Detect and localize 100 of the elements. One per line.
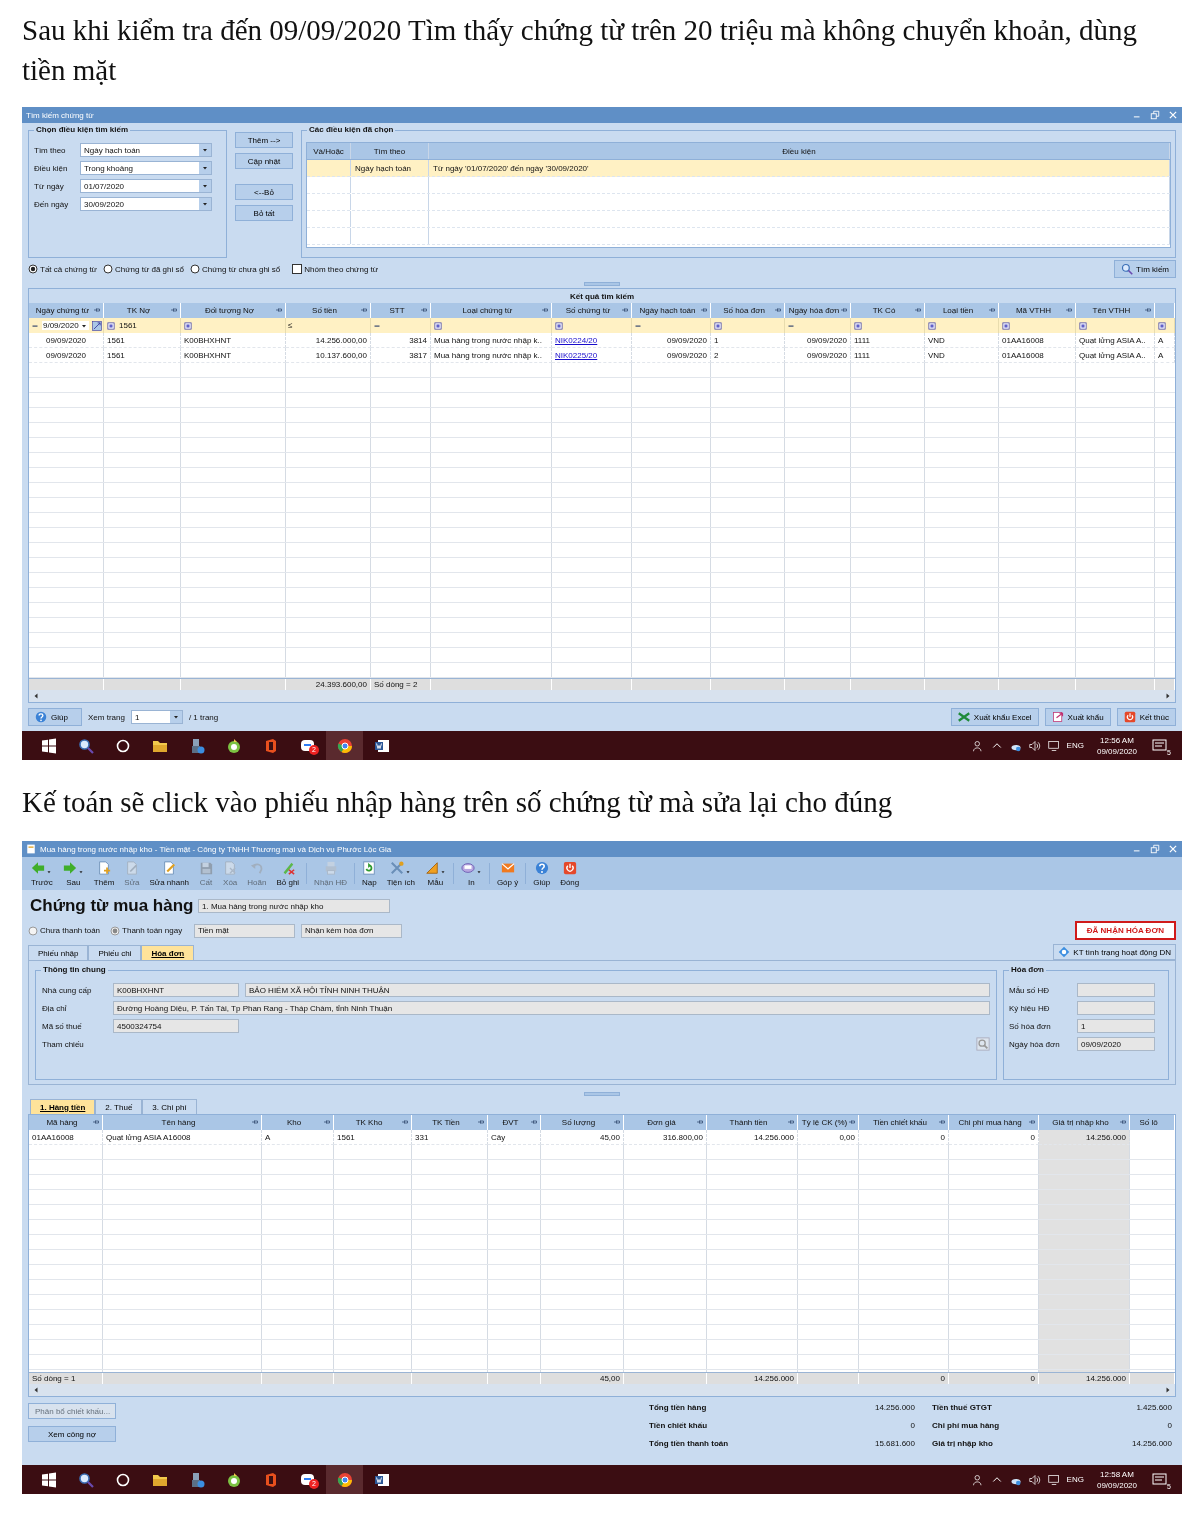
combo-box[interactable]: 01/07/2020: [80, 179, 212, 193]
pin-icon: [477, 1118, 485, 1126]
radio-label[interactable]: Tất cả chứng từ: [40, 264, 97, 274]
clock[interactable]: 12:56 AM 09/09/2020: [1096, 734, 1137, 757]
tab[interactable]: 1. Hàng tiền: [30, 1099, 96, 1114]
toolbar-button[interactable]: Đóng: [555, 857, 585, 890]
invoice-mode-field[interactable]: Nhận kèm hóa đơn: [301, 923, 402, 938]
export-button[interactable]: Kết thúc: [1116, 708, 1176, 726]
toolbar-button[interactable]: Mẫu: [419, 857, 451, 890]
column-header[interactable]: Mã hàng: [29, 1115, 103, 1130]
radio-button[interactable]: [110, 925, 121, 936]
column-label: Tỷ lệ CK (%): [801, 1118, 848, 1127]
invoice-field[interactable]: [1077, 983, 1155, 997]
toolbar-button[interactable]: Nạp: [357, 857, 382, 890]
pin-icon: [621, 306, 629, 314]
combo-box[interactable]: Trong khoảng: [80, 161, 212, 175]
payment-method-field[interactable]: Tiền mặt: [194, 923, 295, 938]
column-header[interactable]: Tỷ lệ CK (%): [798, 1115, 859, 1130]
action-button[interactable]: Xem công nợ: [28, 1426, 116, 1442]
clock[interactable]: 12:58 AM 09/09/2020: [1096, 1468, 1137, 1491]
toolbar-button[interactable]: Sửa nhanh: [144, 857, 195, 890]
toolbar-button[interactable]: Trước: [26, 857, 58, 890]
horizontal-scrollbar[interactable]: [29, 690, 1175, 702]
action-button[interactable]: <--Bỏ: [235, 184, 293, 200]
filter-icon: [106, 320, 116, 331]
taskbar-button[interactable]: [326, 731, 363, 760]
filter-field[interactable]: 9/09/2020: [42, 321, 89, 330]
checkbox-label[interactable]: Nhóm theo chứng từ: [304, 264, 379, 274]
voucher-link[interactable]: NIK0224/20: [555, 335, 598, 345]
invoice-field[interactable]: 1: [1077, 1019, 1155, 1033]
radio-button[interactable]: [28, 925, 38, 936]
voucher-type-field[interactable]: 1. Mua hàng trong nước nhập kho: [198, 899, 390, 913]
radio-label[interactable]: Thanh toán ngay: [122, 926, 183, 935]
supplier-code-field[interactable]: K00BHXHNT: [113, 983, 239, 997]
language-indicator[interactable]: ENG: [1066, 1475, 1084, 1484]
help-icon: [35, 711, 47, 723]
column-header[interactable]: TK Kho: [334, 1115, 412, 1130]
action-button[interactable]: Cập nhật: [235, 153, 293, 169]
column-header[interactable]: Số lượng: [541, 1115, 624, 1130]
column-header[interactable]: Kho: [262, 1115, 334, 1130]
filter-icon: [1078, 320, 1088, 331]
table-cell: 1111: [854, 350, 870, 360]
toolbar-button[interactable]: Bỏ ghi: [271, 857, 305, 890]
radio-button[interactable]: [28, 264, 38, 274]
tab[interactable]: Phiếu nhập: [28, 945, 89, 960]
voucher-link[interactable]: NIK0225/20: [555, 350, 598, 360]
splitter-handle[interactable]: [584, 1091, 620, 1096]
toolbar-button[interactable]: Thêm: [88, 857, 120, 890]
invoice-field[interactable]: [1077, 1001, 1155, 1015]
combo-box[interactable]: Ngày hạch toán: [80, 143, 212, 157]
search-icon: [77, 1471, 94, 1488]
condition-row[interactable]: Ngày hạch toán Từ ngày '01/07/2020' đến ngày '30/09/2020': [307, 160, 1170, 177]
column-header[interactable]: Tiền chiết khấu: [859, 1115, 949, 1130]
column-header: Tìm theo: [351, 143, 429, 159]
tab[interactable]: Hóa đơn: [141, 945, 195, 960]
field-label: Địa chỉ: [42, 1003, 68, 1013]
toolbar-button[interactable]: Góp ý: [491, 857, 524, 890]
toolbar-button[interactable]: Sau: [57, 857, 89, 890]
tab[interactable]: 2. Thuế: [95, 1099, 143, 1114]
table-cell: 0: [940, 1132, 945, 1142]
toolbar-button[interactable]: Giúp: [528, 857, 556, 890]
tab[interactable]: Phiếu chi: [88, 945, 142, 960]
page-field[interactable]: 1: [130, 710, 183, 724]
column-header[interactable]: Chi phí mua hàng: [949, 1115, 1039, 1130]
action-button[interactable]: Bỏ tất: [235, 205, 293, 221]
check-status-button[interactable]: KT tình trạng hoạt động DN: [1053, 944, 1176, 960]
form-title: Chứng từ mua hàng: [29, 896, 192, 916]
action-button[interactable]: Thêm -->: [235, 132, 293, 148]
filter-operator[interactable]: ≤: [288, 321, 293, 330]
radio-label[interactable]: Chưa thanh toán: [40, 926, 101, 935]
column-header[interactable]: Thành tiền: [707, 1115, 798, 1130]
radio-label[interactable]: Chứng từ đã ghi sổ: [114, 264, 184, 274]
column-header[interactable]: Số lô: [1130, 1115, 1175, 1130]
radio-label[interactable]: Chứng từ chưa ghi sổ: [201, 264, 281, 274]
tax-code-field[interactable]: 4500324754: [113, 1019, 239, 1033]
language-indicator[interactable]: ENG: [1066, 741, 1084, 750]
column-header[interactable]: Tên hàng: [103, 1115, 262, 1130]
splitter-handle[interactable]: [584, 282, 620, 286]
column-header[interactable]: TK Tiền: [412, 1115, 488, 1130]
radio-button[interactable]: [102, 264, 113, 274]
column-header[interactable]: ĐVT: [488, 1115, 541, 1130]
combo-box[interactable]: 30/09/2020: [80, 197, 212, 211]
toolbar-button[interactable]: Tiện ích: [381, 857, 420, 890]
checkbox[interactable]: [292, 264, 303, 274]
search-button[interactable]: Tìm kiếm: [1114, 260, 1176, 278]
filter-value[interactable]: 1561: [119, 321, 137, 330]
horizontal-scrollbar[interactable]: [29, 1384, 1175, 1396]
table-cell: 0: [1030, 1132, 1035, 1142]
address-field[interactable]: Đường Hoàng Diệu, P. Tấn Tài, Tp Phan Rang - Tháp Chàm, tỉnh Ninh Thuận: [113, 1001, 990, 1015]
taskbar-button[interactable]: [326, 1465, 363, 1494]
toolbar-button[interactable]: In: [455, 857, 487, 890]
radio-button[interactable]: [189, 264, 200, 274]
column-label: Mã hàng: [46, 1118, 78, 1127]
export-button[interactable]: Xuất khẩu: [1044, 708, 1111, 726]
supplier-name-field[interactable]: BẢO HIỂM XÃ HỘI TỈNH NINH THUẬN: [245, 983, 990, 997]
invoice-field[interactable]: 09/09/2020: [1077, 1037, 1155, 1051]
help-button[interactable]: Giúp: [28, 708, 82, 726]
column-header[interactable]: Đơn giá: [624, 1115, 707, 1130]
export-button[interactable]: Xuất khẩu Excel: [950, 708, 1039, 726]
tab[interactable]: 3. Chi phí: [142, 1099, 197, 1114]
